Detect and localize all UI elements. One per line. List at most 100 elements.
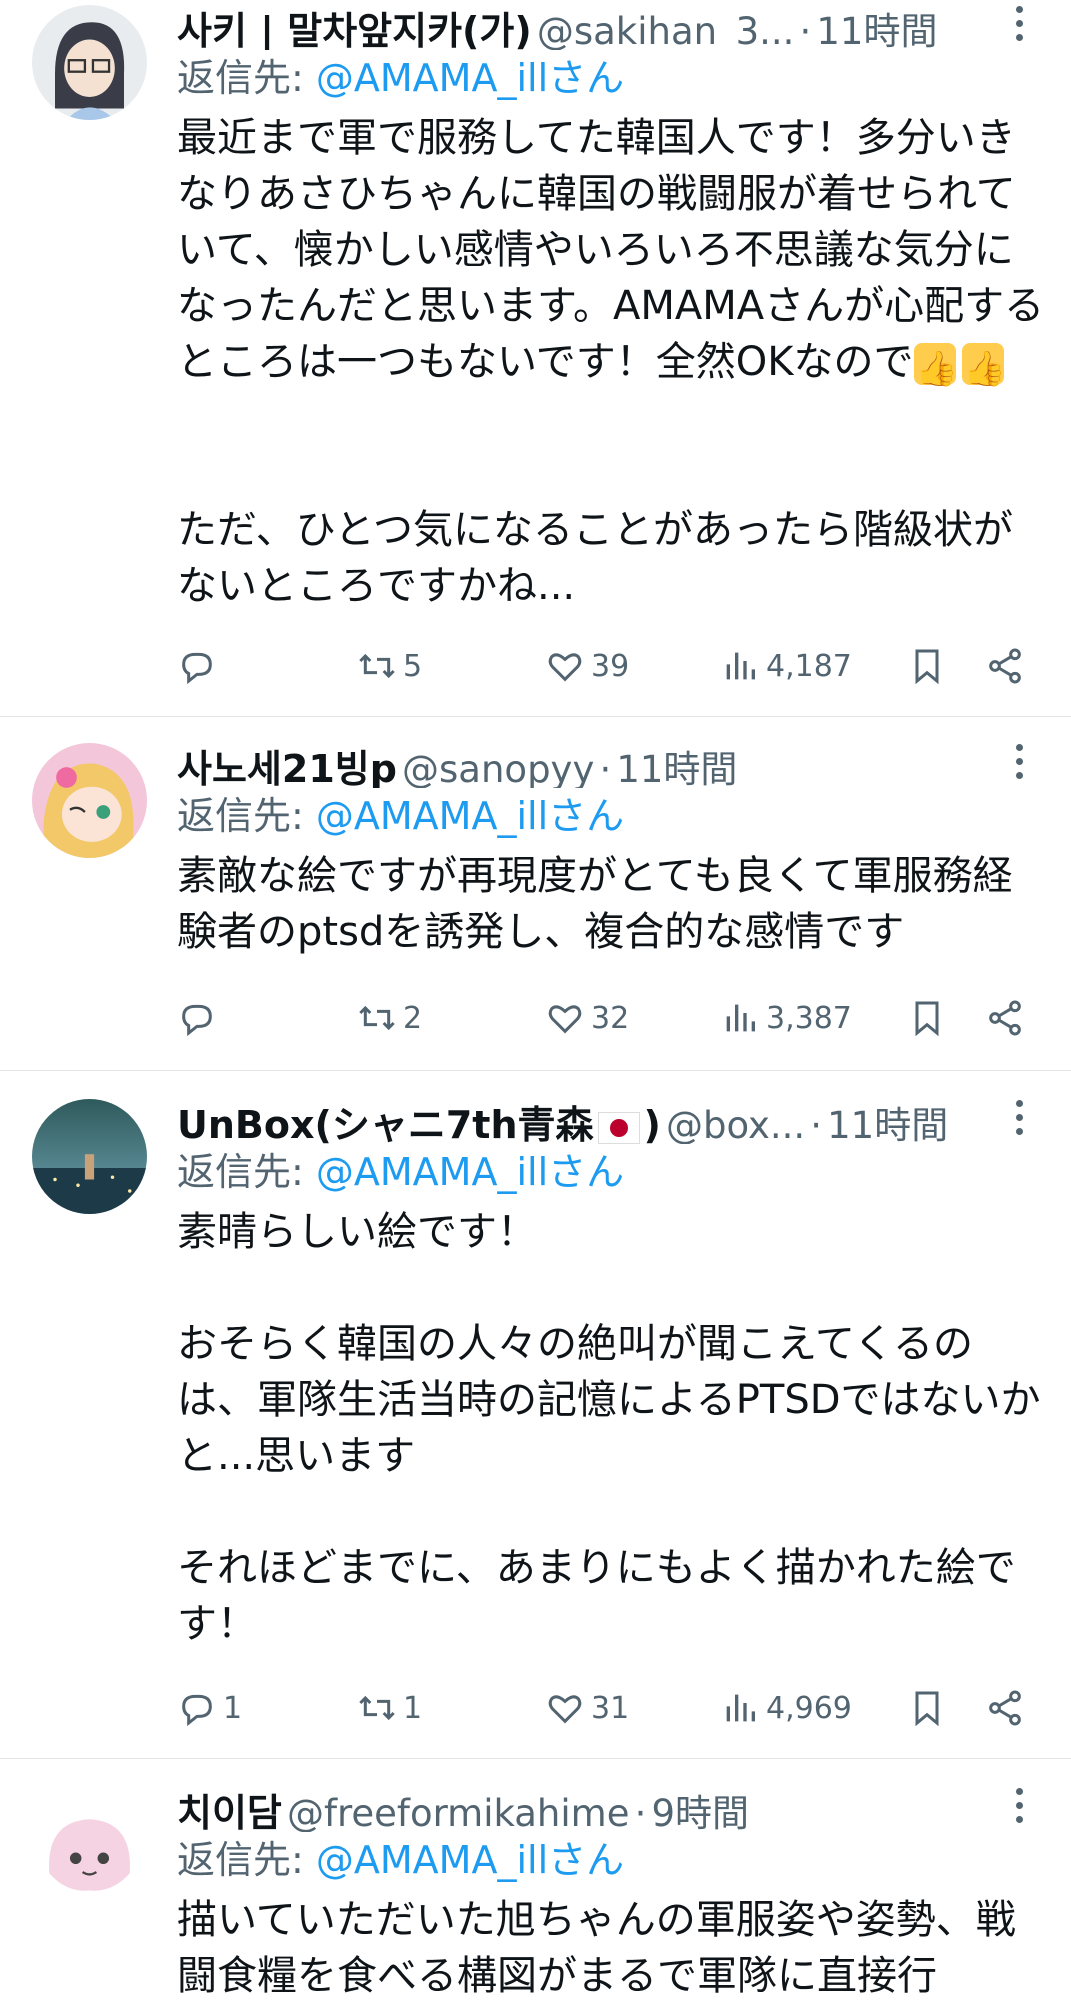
author-handle[interactable]: @freeformikahime [287, 1792, 630, 1832]
like-button[interactable]: 39 [545, 641, 629, 691]
separator-dot: · [599, 748, 612, 788]
action-bar: 1 1 31 4,969 [177, 1683, 1071, 1733]
views-button[interactable]: 3,387 [720, 993, 852, 1043]
reply-icon [182, 1694, 212, 1727]
avatar[interactable] [32, 1099, 147, 1214]
tweet-header: 사키 | 말차앞지카(가) @sakihan_3... · 11時間 [177, 0, 1049, 50]
like-icon [548, 1695, 582, 1724]
more-icon[interactable] [1009, 2, 1029, 46]
like-count: 31 [591, 1690, 630, 1726]
tweet-text: 素晴らしい絵です！ おそらく韓国の人々の絶叫が聞こえてくるのは、軍隊生活当時の記… [177, 1209, 1041, 1647]
retweet-button[interactable]: 2 [357, 993, 422, 1043]
views-icon [726, 1004, 755, 1032]
reply-to-mention[interactable]: @AMAMA_illさん [316, 1150, 624, 1194]
retweet-count: 2 [403, 1000, 423, 1036]
author-name-text: UnBox(シャニ7th青森 [177, 1103, 594, 1144]
author-name-suffix: ) [643, 1103, 661, 1144]
more-icon[interactable] [1009, 1784, 1029, 1828]
reply-to-prefix: 返信先: [177, 1150, 316, 1194]
tweet[interactable]: 사노세21빙p @sanopyy · 11時間 返信先: @AMAMA_illさ… [0, 717, 1071, 1071]
tweet-text: 最近まで軍で服務してた韓国人です！多分いきなりあさひちゃんに韓国の戦闘服が着せら… [177, 110, 1049, 614]
separator-dot: · [799, 10, 812, 50]
reply-button[interactable] [177, 993, 223, 1043]
bookmark-icon [915, 1691, 939, 1727]
reply-to-mention[interactable]: @AMAMA_illさん [316, 794, 624, 838]
thumbs-up-icon [961, 341, 1006, 397]
reply-to-mention[interactable]: @AMAMA_illさん [316, 56, 624, 100]
avatar[interactable] [32, 1787, 147, 1902]
reply-count: 1 [223, 1690, 243, 1726]
timestamp[interactable]: 11時間 [616, 748, 737, 788]
share-icon [989, 648, 1021, 684]
author-name[interactable]: 사노세21빙p [177, 747, 397, 788]
like-button[interactable]: 32 [545, 993, 629, 1043]
action-bar: 5 39 4,187 [177, 641, 1071, 691]
like-count: 32 [591, 1000, 630, 1036]
retweet-icon [359, 1695, 395, 1721]
reply-to: 返信先: @AMAMA_illさん [177, 1832, 1049, 1888]
tweet-header: 사노세21빙p @sanopyy · 11時間 [177, 738, 1049, 788]
tweet-text: 描いていただいた旭ちゃんの軍服姿や姿勢、戦闘食糧を食べる構図がまるで軍隊に直接行 [177, 1897, 1016, 1999]
tweet[interactable]: UnBox(シャニ7th青森) @box... · 11時間 返信先: @AMA… [0, 1071, 1071, 1759]
retweet-button[interactable]: 5 [357, 641, 422, 691]
tweet-header: UnBox(シャニ7th青森) @box... · 11時間 [177, 1094, 1049, 1144]
bookmark-icon [915, 649, 939, 685]
tweet-header: 치이담 @freeformikahime · 9時間 [177, 1782, 1049, 1832]
bookmark-button[interactable] [907, 1683, 953, 1733]
bookmark-button[interactable] [907, 993, 953, 1043]
like-count: 39 [591, 648, 630, 684]
avatar[interactable] [32, 743, 147, 858]
more-icon[interactable] [1009, 1096, 1029, 1140]
views-button[interactable]: 4,187 [720, 641, 852, 691]
timestamp[interactable]: 11時間 [816, 10, 937, 50]
retweet-button[interactable]: 1 [357, 1683, 422, 1733]
more-icon[interactable] [1009, 740, 1029, 784]
views-icon [726, 652, 755, 680]
tweet-text-part: ただ、ひとつ気になることがあったら階級状がないところですかね... [177, 507, 1013, 609]
reply-button[interactable] [177, 641, 223, 691]
bookmark-icon [915, 1001, 939, 1037]
separator-dot: · [634, 1792, 647, 1832]
timestamp[interactable]: 9時間 [651, 1792, 749, 1832]
views-count: 4,969 [766, 1690, 852, 1726]
share-icon [989, 1000, 1021, 1036]
author-name[interactable]: 치이담 [177, 1791, 282, 1832]
author-handle[interactable]: @box... [666, 1104, 805, 1144]
bookmark-button[interactable] [907, 641, 953, 691]
views-count: 3,387 [766, 1000, 852, 1036]
like-icon [548, 1005, 582, 1034]
views-button[interactable]: 4,969 [720, 1683, 852, 1733]
tweet-text-part: 最近まで軍で服務してた韓国人です！多分いきなりあさひちゃんに韓国の戦闘服が着せら… [177, 115, 1045, 385]
reply-icon [182, 652, 212, 685]
retweet-icon [359, 1005, 395, 1031]
reply-to-prefix: 返信先: [177, 56, 316, 100]
share-button[interactable] [985, 993, 1031, 1043]
reply-to: 返信先: @AMAMA_illさん [177, 788, 1049, 844]
reply-button[interactable]: 1 [177, 1683, 242, 1733]
author-name[interactable]: 사키 | 말차앞지카(가) [177, 9, 532, 50]
views-icon [726, 1694, 755, 1722]
author-name[interactable]: UnBox(シャニ7th青森) [177, 1103, 661, 1144]
tweet-text: 素敵な絵ですが再現度がとても良くて軍服務経験者のptsdを誘発し、複合的な感情で… [177, 853, 1013, 955]
thumbs-up-icon [913, 341, 958, 397]
share-button[interactable] [985, 641, 1031, 691]
views-count: 4,187 [766, 648, 852, 684]
action-bar: 2 32 3,387 [177, 993, 1071, 1043]
tweet[interactable]: 사키 | 말차앞지카(가) @sakihan_3... · 11時間 返信先: … [0, 0, 1071, 717]
reply-to: 返信先: @AMAMA_illさん [177, 50, 1049, 106]
reply-to: 返信先: @AMAMA_illさん [177, 1144, 1049, 1200]
like-button[interactable]: 31 [545, 1683, 629, 1733]
avatar[interactable] [32, 5, 147, 120]
retweet-count: 1 [403, 1690, 423, 1726]
separator-dot: · [810, 1104, 823, 1144]
like-icon [548, 653, 582, 682]
timestamp[interactable]: 11時間 [827, 1104, 948, 1144]
tweet[interactable]: 치이담 @freeformikahime · 9時間 返信先: @AMAMA_i… [0, 1759, 1071, 2011]
share-button[interactable] [985, 1683, 1031, 1733]
retweet-icon [359, 653, 395, 679]
reply-icon [182, 1004, 212, 1037]
reply-to-prefix: 返信先: [177, 794, 316, 838]
author-handle[interactable]: @sanopyy [402, 748, 594, 788]
reply-to-mention[interactable]: @AMAMA_illさん [316, 1838, 624, 1882]
author-handle[interactable]: @sakihan_3... [537, 10, 795, 50]
